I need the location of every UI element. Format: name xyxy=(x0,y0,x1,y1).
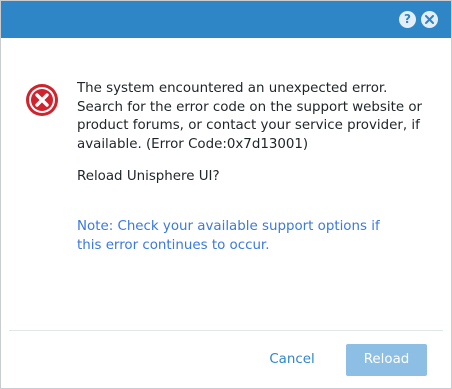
close-glyph xyxy=(425,15,434,24)
reload-question: Reload Unisphere UI? xyxy=(77,169,220,184)
error-dialog: ? The system encountered an unexpected e… xyxy=(0,0,452,389)
support-note: Note: Check your available support optio… xyxy=(77,219,380,253)
help-icon[interactable]: ? xyxy=(399,11,416,28)
error-message: The system encountered an unexpected err… xyxy=(77,81,423,152)
error-icon xyxy=(25,83,59,117)
cancel-button[interactable]: Cancel xyxy=(263,345,321,375)
dialog-title-bar: ? xyxy=(1,1,451,38)
help-glyph: ? xyxy=(404,12,411,26)
close-icon[interactable] xyxy=(421,11,438,28)
reload-button[interactable]: Reload xyxy=(346,344,427,376)
footer-divider xyxy=(9,330,443,331)
